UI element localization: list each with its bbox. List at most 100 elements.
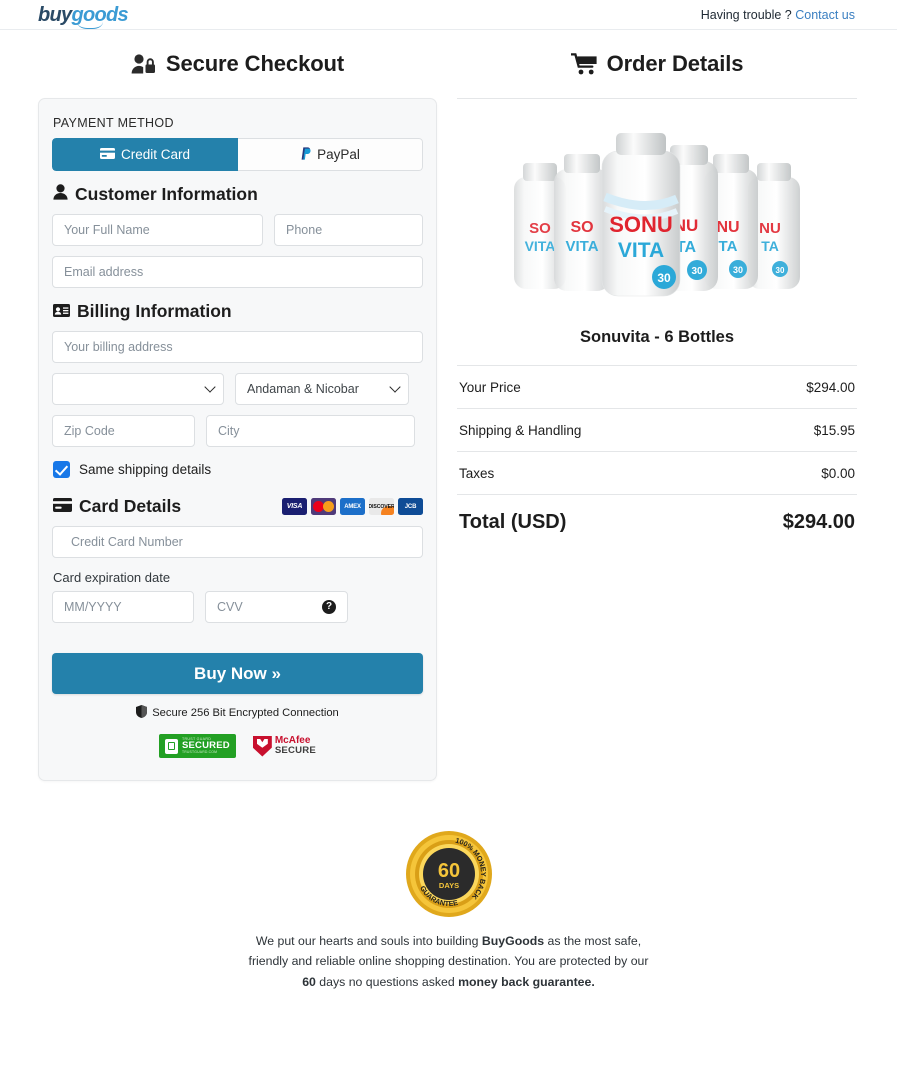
email-input[interactable] bbox=[52, 256, 423, 288]
price-amount: $0.00 bbox=[821, 466, 855, 481]
svg-text:30: 30 bbox=[776, 266, 785, 275]
billing-information-label: Billing Information bbox=[77, 301, 232, 321]
footer: 60 DAYS 100% MONEY BACK GUARANTEE We put… bbox=[0, 781, 897, 992]
cvv-field-wrapper: ? bbox=[205, 591, 348, 623]
svg-text:30: 30 bbox=[657, 271, 671, 285]
svg-text:VITA: VITA bbox=[618, 239, 664, 262]
mcafee-bottom-label: SECURE bbox=[274, 745, 317, 757]
svg-text:NU: NU bbox=[716, 219, 739, 236]
id-card-icon bbox=[53, 301, 70, 322]
country-state-row: Andaman & Nicobar bbox=[52, 373, 423, 405]
chevron-down-icon bbox=[204, 381, 216, 393]
card-number-row bbox=[52, 526, 423, 558]
svg-text:TA: TA bbox=[761, 238, 779, 254]
footer-text-3: days no questions asked bbox=[315, 974, 459, 989]
footer-text-1: We put our hearts and souls into buildin… bbox=[255, 934, 482, 948]
price-label: Taxes bbox=[459, 466, 495, 481]
footer-text: We put our hearts and souls into buildin… bbox=[249, 931, 649, 992]
billing-address-row bbox=[52, 331, 423, 363]
page-body: Secure Checkout PAYMENT METHOD Credit Ca… bbox=[0, 30, 897, 781]
order-total-row: Total (USD) $294.00 bbox=[457, 494, 857, 534]
encryption-note-label: Secure 256 Bit Encrypted Connection bbox=[152, 707, 339, 719]
state-select[interactable]: Andaman & Nicobar bbox=[235, 373, 409, 405]
mcafee-secure-badge: McAfee SECURE bbox=[252, 734, 317, 758]
cvv-help-icon[interactable]: ? bbox=[322, 600, 336, 614]
zip-code-input[interactable] bbox=[52, 415, 195, 447]
trustguard-lock-icon bbox=[164, 738, 178, 754]
visa-icon: VISA bbox=[282, 498, 307, 515]
card-details-label: Card Details bbox=[79, 496, 182, 516]
card-details-heading: Card Details bbox=[53, 496, 181, 517]
svg-text:30: 30 bbox=[691, 266, 703, 277]
chevron-down-icon bbox=[389, 381, 401, 393]
encryption-note: Secure 256 Bit Encrypted Connection bbox=[52, 705, 423, 721]
trust-badges: TRUST GUARD SECURED TRUSTGUARD.COM McAfe… bbox=[52, 734, 423, 758]
tab-credit-card-label: Credit Card bbox=[120, 147, 191, 162]
svg-text:30: 30 bbox=[733, 265, 743, 275]
product-image: SO VITA SO VITA NU TA 30 NU TA 30 NU TA … bbox=[457, 99, 857, 314]
email-row bbox=[52, 256, 423, 288]
payment-method-tabs: Credit Card PayPal bbox=[52, 138, 423, 171]
customer-information-label: Customer Information bbox=[75, 184, 258, 204]
customer-information-heading: Customer Information bbox=[53, 184, 423, 205]
order-details-label: Order Details bbox=[606, 51, 744, 76]
country-select[interactable] bbox=[52, 373, 224, 405]
checkout-column: Secure Checkout PAYMENT METHOD Credit Ca… bbox=[38, 30, 437, 781]
buygoods-logo[interactable]: buy goods bbox=[38, 3, 129, 29]
billing-address-input[interactable] bbox=[52, 331, 423, 363]
same-shipping-checkbox[interactable] bbox=[53, 461, 70, 478]
price-row-your-price: Your Price $294.00 bbox=[457, 365, 857, 408]
city-input[interactable] bbox=[206, 415, 415, 447]
price-row-taxes: Taxes $0.00 bbox=[457, 451, 857, 494]
person-lock-icon bbox=[131, 53, 157, 75]
tab-credit-card[interactable]: Credit Card bbox=[52, 138, 238, 171]
total-amount: $294.00 bbox=[782, 511, 855, 533]
svg-text:SO: SO bbox=[529, 220, 551, 237]
contact-us-link[interactable]: Contact us bbox=[795, 8, 855, 22]
logo-text-buy: buy bbox=[38, 3, 72, 26]
support-text: Having trouble ? Contact us bbox=[701, 8, 855, 22]
discover-icon: DISCOVER bbox=[369, 498, 394, 515]
jcb-icon: JCB bbox=[398, 498, 423, 515]
product-name: Sonuvita - 6 Bottles bbox=[579, 328, 735, 346]
card-details-header: Card Details VISA AMEX DISCOVER JCB bbox=[53, 496, 423, 517]
card-expiration-label: Card expiration date bbox=[53, 570, 171, 585]
tab-paypal[interactable]: PayPal bbox=[238, 138, 423, 171]
mcafee-shield-icon bbox=[252, 735, 272, 757]
expiration-cvv-row: ? bbox=[52, 591, 423, 623]
price-amount: $294.00 bbox=[806, 380, 855, 395]
amex-icon: AMEX bbox=[340, 498, 365, 515]
buy-now-button[interactable]: Buy Now » bbox=[52, 653, 423, 694]
having-trouble-label: Having trouble ? bbox=[700, 7, 792, 22]
phone-input[interactable] bbox=[274, 214, 423, 246]
cart-icon bbox=[570, 53, 598, 75]
secure-checkout-title: Secure Checkout bbox=[38, 30, 437, 98]
svg-text:DAYS: DAYS bbox=[438, 881, 458, 890]
sonuvita-bottles-graphic: SO VITA SO VITA NU TA 30 NU TA 30 NU TA … bbox=[514, 133, 800, 297]
svg-text:VITA: VITA bbox=[565, 238, 598, 255]
logo-swoosh bbox=[77, 22, 103, 29]
payment-method-label: PAYMENT METHOD bbox=[53, 116, 174, 130]
same-shipping-row: Same shipping details bbox=[53, 461, 423, 478]
footer-brand: BuyGoods bbox=[481, 934, 545, 948]
footer-days: 60 bbox=[302, 974, 316, 989]
total-label: Total (USD) bbox=[459, 511, 567, 533]
credit-card-number-input[interactable] bbox=[52, 526, 423, 558]
price-label: Your Price bbox=[459, 380, 521, 395]
person-icon bbox=[53, 184, 68, 205]
top-bar: buy goods Having trouble ? Contact us bbox=[0, 0, 897, 30]
svg-text:TA: TA bbox=[719, 238, 738, 255]
svg-text:SONU: SONU bbox=[609, 212, 673, 237]
zip-city-row bbox=[52, 415, 423, 447]
tab-paypal-label: PayPal bbox=[317, 147, 360, 162]
checkout-card: PAYMENT METHOD Credit Card PayPal Custom… bbox=[38, 98, 437, 781]
card-brand-icons: VISA AMEX DISCOVER JCB bbox=[282, 498, 423, 515]
order-details-column: Order Details SO VITA SO VITA NU TA 30 N… bbox=[457, 30, 857, 781]
card-expiration-input[interactable] bbox=[52, 591, 194, 623]
full-name-input[interactable] bbox=[52, 214, 263, 246]
trustguard-secured-badge: TRUST GUARD SECURED TRUSTGUARD.COM bbox=[158, 734, 236, 758]
svg-text:VITA: VITA bbox=[525, 238, 556, 254]
billing-information-heading: Billing Information bbox=[53, 301, 423, 322]
money-back-guarantee-seal: 60 DAYS 100% MONEY BACK GUARANTEE bbox=[405, 831, 492, 917]
shield-icon bbox=[136, 705, 148, 721]
